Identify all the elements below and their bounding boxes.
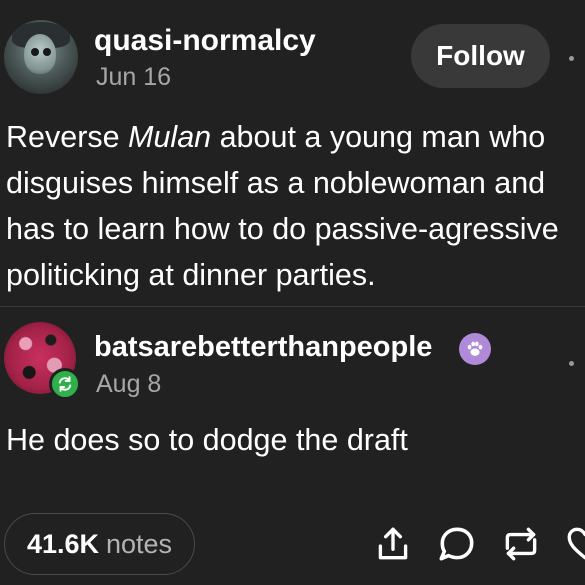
post-date[interactable]: Jun 16 xyxy=(96,63,171,92)
reblog-icon[interactable] xyxy=(500,523,542,565)
heart-icon[interactable] xyxy=(564,523,585,565)
notes-count: 41.6K xyxy=(26,528,99,559)
post-body-text-before: Reverse xyxy=(6,120,129,154)
avatar-eye xyxy=(31,48,39,56)
avatar[interactable] xyxy=(4,20,78,94)
avatar-face xyxy=(24,34,56,74)
reply-icon[interactable] xyxy=(436,523,478,565)
avatar-eye xyxy=(43,48,51,56)
notes-button[interactable]: 41.6K notes xyxy=(4,513,195,575)
reblog-body: He does so to dodge the draft xyxy=(6,423,408,457)
post-body: Reverse Mulan about a young man who disg… xyxy=(6,114,581,298)
divider xyxy=(0,306,585,307)
more-options-icon[interactable] xyxy=(569,56,574,61)
post-body-emphasis: Mulan xyxy=(128,120,212,154)
notes-label: notes xyxy=(106,528,173,559)
post-username[interactable]: quasi-normalcy xyxy=(94,24,316,58)
reblog-badge-icon xyxy=(49,368,81,400)
paw-badge-icon[interactable] xyxy=(459,333,491,365)
reblog-date[interactable]: Aug 8 xyxy=(96,370,161,399)
follow-button[interactable]: Follow xyxy=(411,24,550,88)
post-header: quasi-normalcy Jun 16 Follow xyxy=(0,0,585,100)
reblog-username[interactable]: batsarebetterthanpeople xyxy=(94,331,432,364)
share-icon[interactable] xyxy=(372,523,414,565)
more-options-icon[interactable] xyxy=(569,361,574,366)
